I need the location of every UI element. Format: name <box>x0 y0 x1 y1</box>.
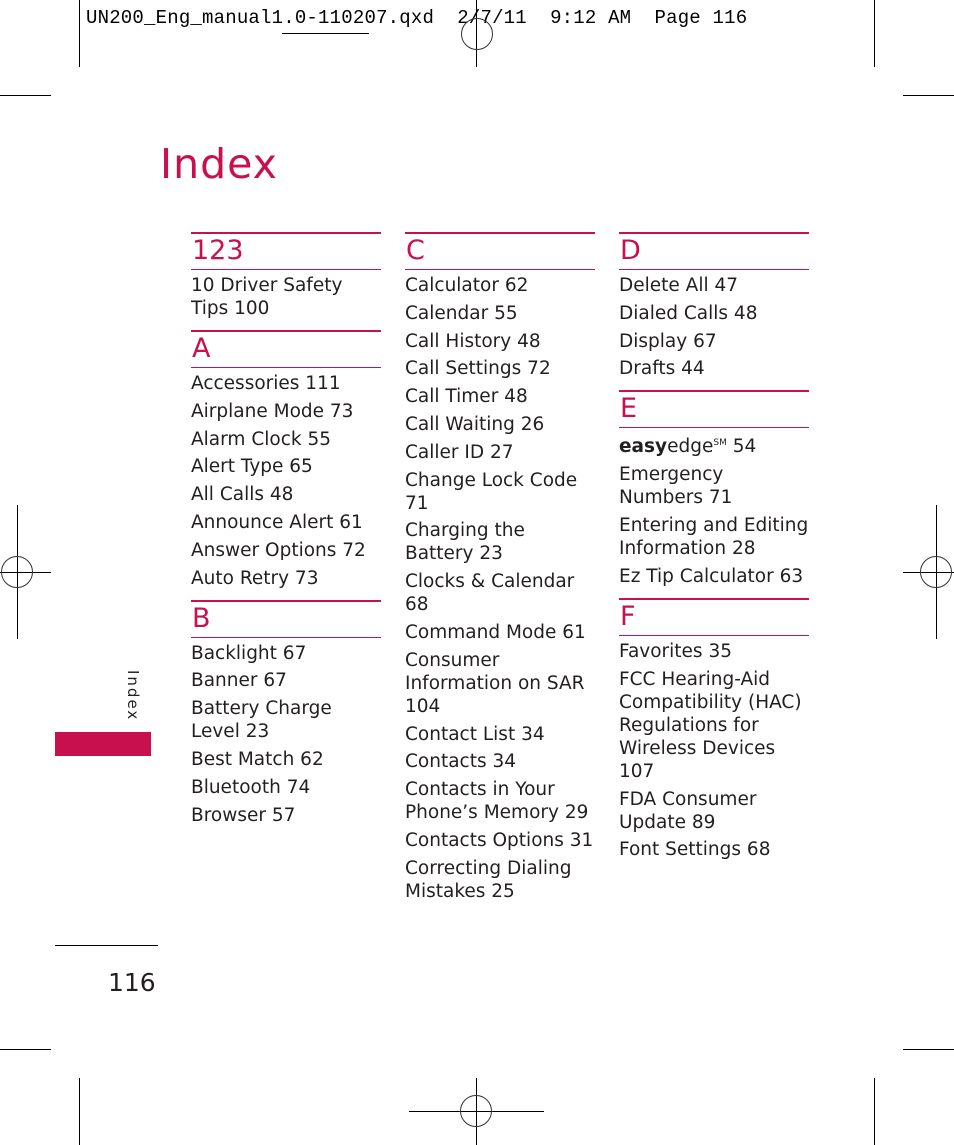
index-section: C Calculator 62 Calendar 55 Call History 48… <box>405 232 595 903</box>
section-rule-bottom <box>405 269 595 270</box>
index-entry: Ez Tip Calculator 63 <box>619 565 804 587</box>
registration-circle <box>1 556 33 588</box>
index-entry: Display 67 <box>619 330 717 352</box>
section-letter: F <box>620 600 636 632</box>
index-entry: Favorites 35 <box>619 640 732 662</box>
crop-mark <box>0 1049 51 1050</box>
footer-rule <box>55 945 158 946</box>
section-rule-bottom <box>619 269 809 270</box>
section-rule-bottom <box>191 636 381 638</box>
index-entry: Call Timer 48 <box>405 386 528 408</box>
index-entry: Browser 57 <box>191 804 296 826</box>
index-entry: Call Settings 72 <box>405 358 551 380</box>
section-letter: D <box>620 235 641 266</box>
index-entry: Contacts 34 <box>405 751 517 773</box>
index-entry: All Calls 48 <box>191 484 294 506</box>
section-rule-bottom <box>619 634 809 636</box>
index-entry: Backlight 67 <box>191 642 307 664</box>
crop-mark <box>79 1078 80 1145</box>
registration-line <box>282 33 369 34</box>
index-column-1: 123 10 Driver Safety Tips 100 A Accessories… <box>191 232 381 837</box>
index-entry: FDA Consumer Update 89 <box>619 788 757 833</box>
crop-mark <box>903 95 954 96</box>
index-section: 123 10 Driver Safety Tips 100 <box>191 232 381 320</box>
index-entry: Drafts 44 <box>619 358 705 380</box>
index-column-3: D Delete All 47 Dialed Calls 48 Display 67 D… <box>619 232 809 871</box>
index-section: D Delete All 47 Dialed Calls 48 Display 67 D… <box>619 232 809 380</box>
index-entry: Calculator 62 <box>405 275 529 296</box>
index-entry: Entering and Editing Information 28 <box>619 515 809 560</box>
index-entry: Contact List 34 <box>405 723 545 745</box>
crop-mark <box>874 1078 875 1145</box>
registration-circle <box>461 18 493 50</box>
crop-mark <box>903 1049 954 1050</box>
index-section: A Accessories 111 Airplane Mode 73 Alarm Cl… <box>191 330 381 590</box>
crop-mark <box>0 95 51 96</box>
page-number: 116 <box>108 968 156 997</box>
index-entry: 10 Driver Safety Tips 100 <box>191 275 343 319</box>
index-entry: Call Waiting 26 <box>405 413 545 435</box>
index-column-2: C Calculator 62 Calendar 55 Call History 48… <box>405 232 595 913</box>
index-entry: Charging the Battery 23 <box>405 520 525 565</box>
section-letter: B <box>192 602 211 634</box>
index-section: B Backlight 67 Banner 67 Battery Charge Lev… <box>191 599 381 827</box>
index-entry: Call History 48 <box>405 330 541 352</box>
index-entry: Emergency Numbers 71 <box>619 464 733 509</box>
index-entry: Accessories 111 <box>191 373 341 394</box>
section-rule-bottom <box>619 427 809 429</box>
index-entry: Calendar 55 <box>405 302 518 324</box>
section-rule-bottom <box>191 367 381 368</box>
section-letter: A <box>192 333 211 364</box>
index-entry: Change Lock Code 71 <box>405 469 578 514</box>
section-letter: 123 <box>192 235 244 266</box>
index-entry: Dialed Calls 48 <box>619 302 758 324</box>
page-title: Index <box>160 140 278 188</box>
index-entry: Alarm Clock 55 <box>191 428 331 450</box>
index-entry: Announce Alert 61 <box>191 511 363 533</box>
index-entry: Contacts in Your Phone’s Memory 29 <box>405 779 589 824</box>
section-letter: C <box>406 235 425 266</box>
index-entry: Caller ID 27 <box>405 441 514 463</box>
index-entry: Auto Retry 73 <box>191 567 319 589</box>
index-entry: Airplane Mode 73 <box>191 400 354 422</box>
index-section: F Favorites 35 FCC Hearing-Aid Compatibili… <box>619 597 809 861</box>
index-entry: Correcting Dialing Mistakes 25 <box>405 857 572 902</box>
index-entry: Battery Charge Level 23 <box>191 698 332 743</box>
file-slug-line: UN200_Eng_manual1.0-110207.qxd 2/7/11 9:… <box>86 7 748 29</box>
index-entry: Bluetooth 74 <box>191 776 311 798</box>
index-entry: easyedgeSM 54 <box>619 436 757 458</box>
section-rule-bottom <box>191 269 381 270</box>
index-entry: Best Match 62 <box>191 748 324 770</box>
index-entry: Command Mode 61 <box>405 621 586 643</box>
index-entry: Clocks & Calendar 68 <box>405 571 575 616</box>
crop-mark <box>79 0 80 67</box>
registration-circle <box>460 1095 492 1127</box>
index-entry: Alert Type 65 <box>191 456 313 478</box>
crop-mark <box>874 0 875 67</box>
index-entry: Consumer Information on SAR 104 <box>405 649 585 717</box>
index-entry: FCC Hearing-Aid Compatibility (HAC) Regu… <box>619 668 802 782</box>
registration-circle <box>920 556 952 588</box>
index-entry: Banner 67 <box>191 670 287 692</box>
index-entry: Answer Options 72 <box>191 539 366 561</box>
side-tab-label: Index <box>124 670 142 722</box>
index-entry: Delete All 47 <box>619 275 739 296</box>
index-entry: Contacts Options 31 <box>405 829 594 851</box>
index-section: EeasyedgeSM 54 Emergency Numbers 71 Enteri… <box>619 390 809 588</box>
section-letter: E <box>620 393 638 425</box>
side-tab-bar <box>55 732 151 756</box>
index-entry: Font Settings 68 <box>619 839 771 861</box>
